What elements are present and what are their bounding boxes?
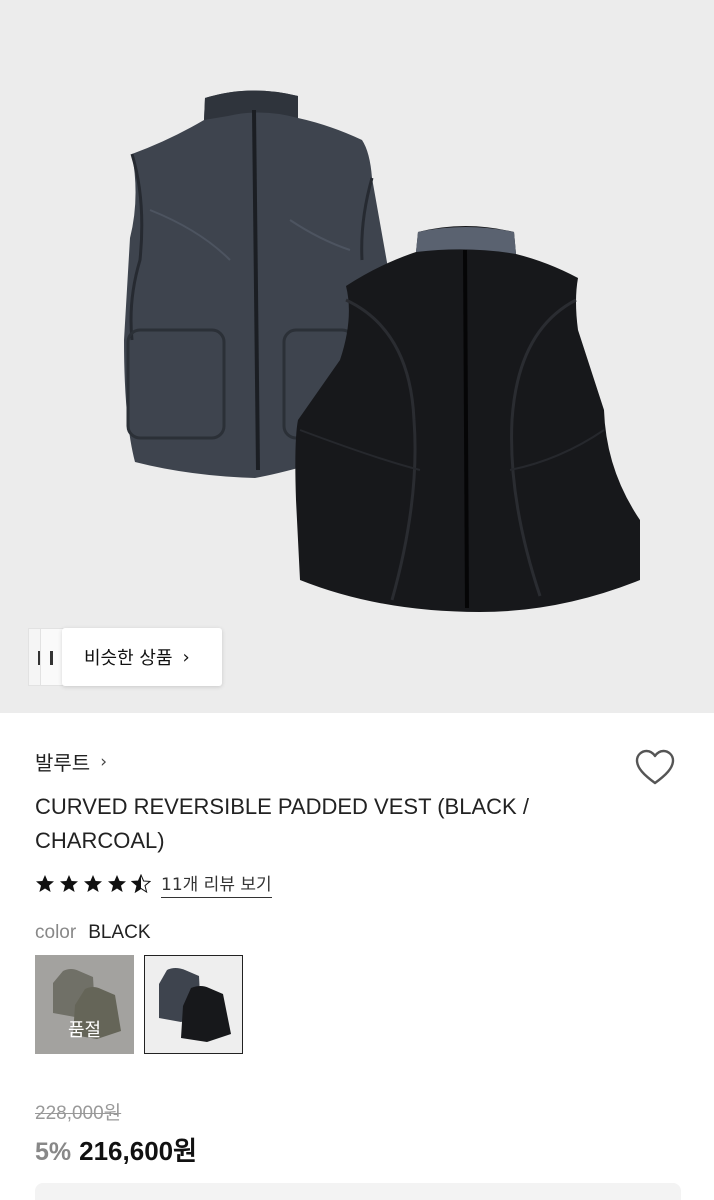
similar-products-button[interactable]: 비슷한 상품 › [62, 628, 222, 686]
vest-illustration [124, 90, 640, 612]
star-icon [84, 875, 102, 892]
similar-products[interactable]: 비슷한 상품 › [28, 628, 222, 686]
star-icon [108, 875, 126, 892]
chevron-right-icon: › [182, 646, 190, 668]
original-price: 228,000원 [35, 1103, 122, 1124]
final-price: 216,600원 [79, 1136, 198, 1166]
similar-products-label: 비슷한 상품 [84, 648, 173, 669]
brand-name: 발루트 [35, 751, 91, 775]
star-icon [36, 875, 54, 892]
rating-stars [35, 874, 151, 894]
color-swatches: 품절 [35, 955, 243, 1054]
rating-row: 11개 리뷰 보기 [35, 870, 272, 898]
swatch-black[interactable] [144, 955, 243, 1054]
color-row: color BLACK [35, 922, 151, 944]
brand-link[interactable]: 발루트 › [35, 747, 107, 776]
swatch-khaki[interactable]: 품절 [35, 955, 134, 1054]
price-row: 5% 216,600원 [35, 1131, 197, 1168]
discount-rate: 5% [35, 1138, 72, 1166]
product-title: CURVED REVERSIBLE PADDED VEST (BLACK / C… [35, 794, 529, 853]
star-icon [60, 875, 78, 892]
black-vest-thumbnail [145, 956, 242, 1053]
bottom-panel [35, 1183, 681, 1200]
chevron-right-icon: › [100, 751, 108, 772]
color-value: BLACK [88, 922, 151, 943]
review-link[interactable]: 11개 리뷰 보기 [161, 870, 272, 898]
heart-outline-icon[interactable] [634, 747, 676, 789]
soldout-label: 품절 [67, 1020, 102, 1041]
star-half-icon [131, 874, 151, 894]
color-label: color [35, 922, 77, 943]
product-image[interactable]: 비슷한 상품 › [0, 0, 714, 713]
